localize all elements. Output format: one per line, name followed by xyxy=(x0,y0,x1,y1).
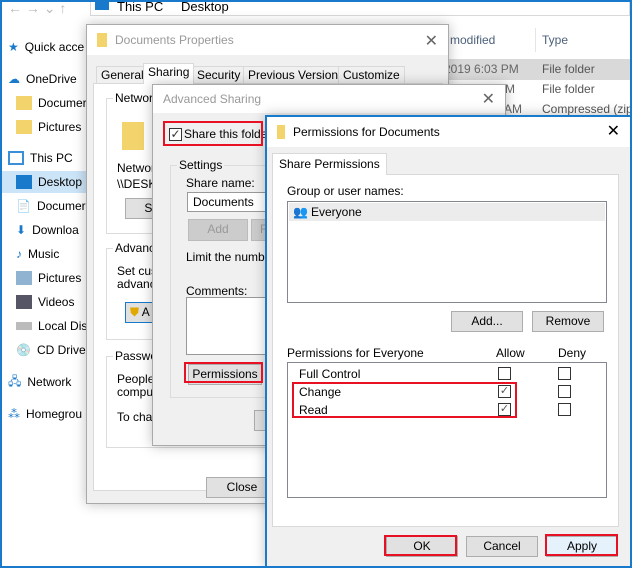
tab-previous-versions[interactable]: Previous Versions xyxy=(243,66,350,84)
tab-general[interactable]: General xyxy=(96,66,149,84)
breadcrumb-this-pc[interactable]: This PC xyxy=(117,0,163,14)
permissions-dialog: Permissions for Documents ✕ Share Permis… xyxy=(265,115,632,568)
column-divider[interactable] xyxy=(535,28,536,52)
user-list[interactable]: 👥 Everyone xyxy=(287,201,607,303)
nav-local-disk[interactable]: Local Disl xyxy=(16,315,90,337)
group-names-label: Group or user names: xyxy=(287,184,404,198)
allow-checkbox[interactable] xyxy=(498,367,511,380)
back-forward-icons[interactable]: ← → ⌄ ↑ xyxy=(8,0,66,17)
deny-checkbox[interactable] xyxy=(558,367,571,380)
nav-onedrive-documents[interactable]: Documer xyxy=(16,92,87,114)
title-bar: Permissions for Documents xyxy=(267,117,630,147)
permission-name: Full Control xyxy=(299,367,361,381)
remove-user-button[interactable]: Remove xyxy=(532,311,604,332)
user-name: Everyone xyxy=(311,205,362,219)
network-icon: 🖧 xyxy=(8,373,22,388)
user-list-item[interactable]: 👥 Everyone xyxy=(289,203,605,221)
music-icon: ♪ xyxy=(16,247,22,261)
videos-icon xyxy=(16,295,32,309)
advanced-text: advanc xyxy=(117,277,156,291)
highlight-change-read xyxy=(292,382,517,418)
pictures-icon xyxy=(16,271,32,285)
deny-checkbox[interactable] xyxy=(558,403,571,416)
permissions-for-label: Permissions for Everyone xyxy=(287,346,424,360)
nav-pictures[interactable]: Pictures xyxy=(16,267,81,289)
dialog-title: Documents Properties xyxy=(115,33,234,47)
comments-label: Comments: xyxy=(186,284,248,298)
nav-onedrive-pictures[interactable]: Pictures xyxy=(16,116,81,138)
users-icon: 👥 xyxy=(293,205,308,219)
network-path: \\DESK xyxy=(117,177,157,191)
row-modified: AM xyxy=(504,102,522,116)
nav-network[interactable]: 🖧 Network xyxy=(8,371,71,393)
star-icon: ★ xyxy=(8,40,19,54)
close-icon[interactable]: ✕ xyxy=(425,31,438,51)
breadcrumb-desktop[interactable]: Desktop xyxy=(181,0,229,14)
password-text: People xyxy=(117,372,155,386)
nav-onedrive[interactable]: ☁ OneDrive xyxy=(8,68,77,90)
tab-security[interactable]: Security xyxy=(192,66,246,84)
dialog-title: Advanced Sharing xyxy=(163,92,262,106)
tab-panel: Group or user names: 👥 Everyone Add... R… xyxy=(272,174,619,527)
folder-icon xyxy=(122,122,144,150)
column-modified[interactable]: modified xyxy=(450,33,495,47)
password-text: To char xyxy=(117,410,157,424)
folder-icon xyxy=(16,120,32,134)
tab-share-permissions[interactable]: Share Permissions xyxy=(272,153,387,175)
tab-customize[interactable]: Customize xyxy=(338,66,405,84)
nav-videos[interactable]: Videos xyxy=(16,291,74,313)
row-modified: M xyxy=(505,82,515,96)
deny-checkbox[interactable] xyxy=(558,385,571,398)
highlight-share-folder xyxy=(163,121,263,146)
address-bar[interactable]: This PC Desktop xyxy=(90,0,630,16)
disk-icon xyxy=(16,322,32,330)
download-icon: ⬇ xyxy=(16,223,27,237)
dialog-title: Permissions for Documents xyxy=(293,125,440,139)
title-bar: Documents Properties xyxy=(87,25,448,55)
document-icon: 📄 xyxy=(16,199,31,213)
nav-cd-drive[interactable]: 💿 CD Drive xyxy=(16,339,86,361)
title-bar: Advanced Sharing xyxy=(153,85,505,113)
desktop-icon xyxy=(16,175,32,189)
pc-icon xyxy=(8,151,24,165)
nav-downloads[interactable]: ⬇ Downloa xyxy=(16,219,79,241)
close-icon[interactable]: ✕ xyxy=(482,89,495,109)
tab-sharing[interactable]: Sharing xyxy=(143,63,195,84)
add-user-button[interactable]: Add... xyxy=(451,311,523,332)
cloud-icon: ☁ xyxy=(8,72,20,86)
row-type: File folder xyxy=(542,82,595,96)
folder-icon xyxy=(16,96,32,110)
button-label: A xyxy=(141,305,150,319)
close-icon[interactable]: ✕ xyxy=(607,121,620,141)
deny-header: Deny xyxy=(558,346,587,360)
share-name-label: Share name: xyxy=(186,176,255,190)
limit-users-label: Limit the number xyxy=(186,250,276,264)
nav-documents[interactable]: 📄 Documer xyxy=(16,195,86,217)
folder-icon xyxy=(97,33,107,47)
highlight-permissions-button xyxy=(184,362,263,383)
add-button[interactable]: Add xyxy=(188,219,248,241)
shield-icon: ⛊ xyxy=(130,305,140,319)
allow-header: Allow xyxy=(496,346,525,360)
highlight-apply xyxy=(545,534,618,556)
group-label: Settings xyxy=(177,158,225,172)
row-type: Compressed (zip xyxy=(542,102,632,116)
column-type[interactable]: Type xyxy=(542,33,568,47)
row-type: File folder xyxy=(542,62,595,76)
homegroup-icon: ⁂ xyxy=(8,407,20,421)
row-modified: 2019 6:03 PM xyxy=(444,62,519,76)
cd-drive-icon: 💿 xyxy=(16,343,31,357)
nav-music[interactable]: ♪ Music xyxy=(16,243,59,265)
highlight-ok xyxy=(384,535,457,556)
nav-this-pc[interactable]: This PC xyxy=(8,147,73,169)
nav-desktop[interactable]: Desktop xyxy=(2,171,86,193)
cancel-button[interactable]: Cancel xyxy=(466,536,538,557)
nav-quick-access[interactable]: ★ Quick acce xyxy=(8,36,84,58)
folder-icon xyxy=(277,125,285,139)
nav-homegroup[interactable]: ⁂ Homegrou xyxy=(8,403,82,425)
desktop-icon xyxy=(95,0,109,10)
